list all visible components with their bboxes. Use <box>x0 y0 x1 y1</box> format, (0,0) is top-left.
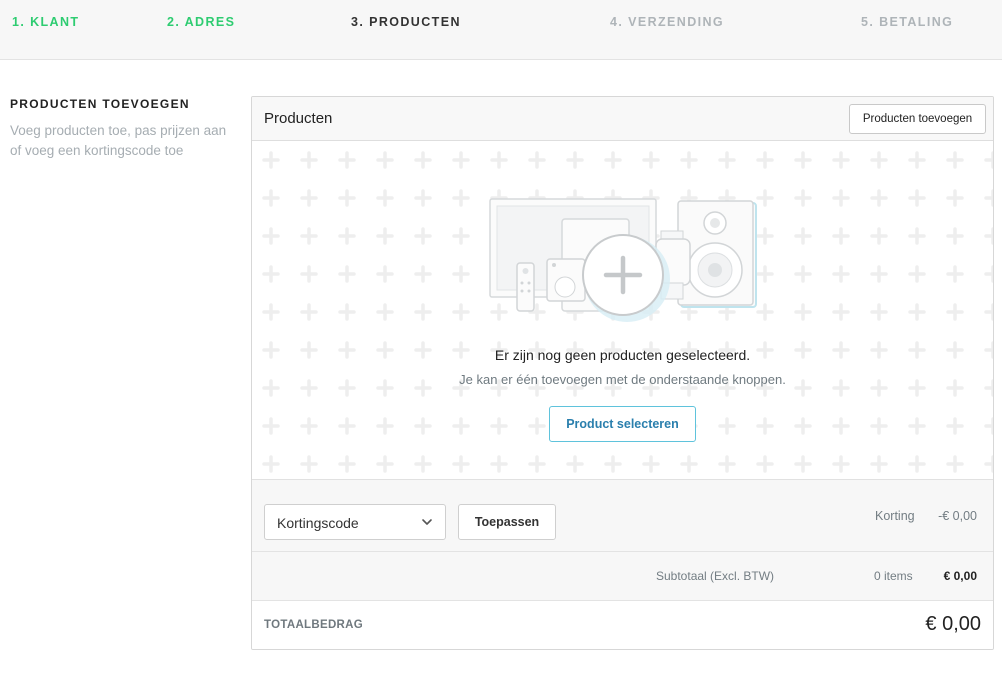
step-verzending: 4. VERZENDING <box>610 15 725 29</box>
devices-illustration-icon <box>489 198 757 322</box>
total-value: € 0,00 <box>925 613 981 635</box>
step-betaling: 5. BETALING <box>861 15 954 29</box>
checkout-steps: 1. KLANT 2. ADRES 3. PRODUCTEN 4. VERZEN… <box>0 0 1002 60</box>
empty-state-title: Er zijn nog geen producten geselecteerd. <box>494 347 751 363</box>
subtotal-value: € 0,00 <box>943 569 977 583</box>
subtotal-item-count: 0 items <box>874 569 913 583</box>
subtotal-label: Subtotaal (Excl. BTW) <box>656 569 775 583</box>
empty-state-subtitle: Je kan er één toevoegen met de onderstaa… <box>459 372 786 387</box>
panel-header: Producten Producten toevoegen <box>252 97 993 141</box>
discount-code-select[interactable]: Kortingscode <box>264 504 446 540</box>
total-label: TOTAALBEDRAG <box>264 619 364 631</box>
products-panel: Producten Producten toevoegen Er zijn no… <box>251 96 994 650</box>
step-klant[interactable]: 1. KLANT <box>12 15 79 29</box>
empty-state: Er zijn nog geen producten geselecteerd.… <box>252 141 993 479</box>
panel-title: Producten <box>264 110 333 127</box>
step-producten: 3. PRODUCTEN <box>351 15 461 29</box>
total-row: TOTAALBEDRAG € 0,00 <box>252 600 993 649</box>
discount-label: Korting <box>875 509 915 523</box>
select-product-button[interactable]: Product selecteren <box>549 406 696 442</box>
chevron-down-icon <box>422 519 432 525</box>
discount-row: Kortingscode Toepassen Korting -€ 0,00 <box>252 479 993 551</box>
section-title: PRODUCTEN TOEVOEGEN <box>10 97 190 111</box>
discount-code-value: Kortingscode <box>277 515 359 531</box>
apply-discount-button[interactable]: Toepassen <box>458 504 556 540</box>
subtotal-row: Subtotaal (Excl. BTW) 0 items € 0,00 <box>252 551 993 600</box>
discount-value: -€ 0,00 <box>938 509 977 523</box>
step-adres[interactable]: 2. ADRES <box>167 15 235 29</box>
add-products-button[interactable]: Producten toevoegen <box>849 104 986 134</box>
section-description: Voeg producten toe, pas prijzen aan of v… <box>10 123 227 158</box>
